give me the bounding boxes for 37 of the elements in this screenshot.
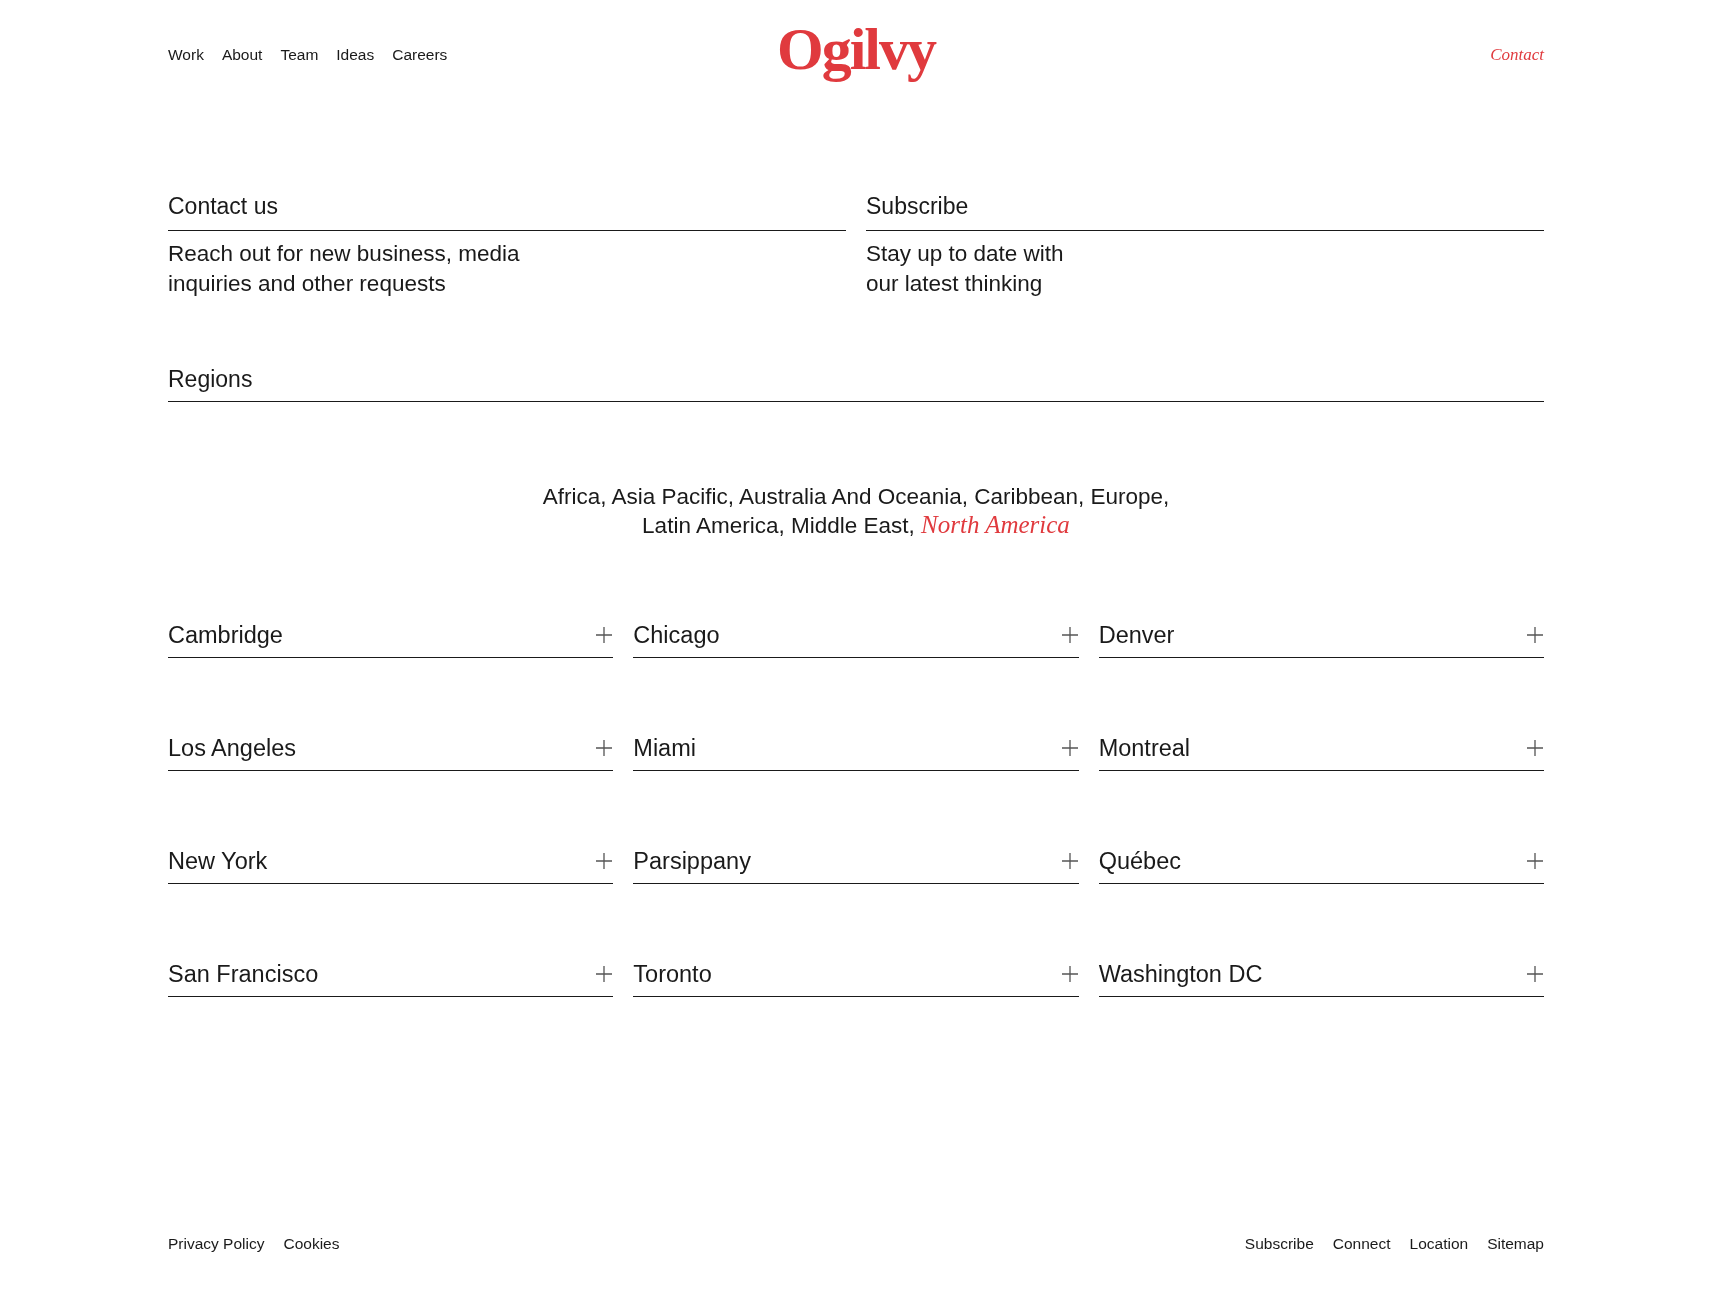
region-link[interactable]: Latin America, — [642, 513, 785, 538]
section-heading: Regions — [168, 364, 1544, 402]
section-description: Reach out for new business, media inquiries and other requests — [168, 240, 521, 298]
footer-link[interactable]: Cookies — [283, 1234, 340, 1254]
footer-link[interactable]: Location — [1409, 1234, 1469, 1254]
city-accordion[interactable]: Denver — [1098, 620, 1544, 658]
nav-link[interactable]: Work — [168, 45, 204, 65]
city-accordion[interactable]: New York — [168, 846, 614, 884]
city-accordion[interactable]: Washington DC — [1098, 959, 1544, 997]
region-link[interactable]: Asia Pacific, — [611, 484, 734, 509]
section-description: Stay up to date with our latest thinking — [866, 240, 1065, 298]
city-accordion[interactable]: Toronto — [633, 959, 1079, 997]
nav-link[interactable]: Team — [280, 45, 319, 65]
region-link[interactable]: Europe, — [1090, 484, 1170, 509]
city-accordion[interactable]: Miami — [633, 733, 1079, 771]
nav-link[interactable]: About — [221, 45, 263, 65]
nav-link[interactable]: Careers — [392, 45, 448, 65]
footer-link[interactable]: Subscribe — [1244, 1234, 1314, 1254]
footer-link[interactable]: Privacy Policy — [168, 1234, 265, 1254]
city-accordion[interactable]: Cambridge — [168, 620, 614, 658]
region-link[interactable]: North America — [921, 511, 1070, 538]
city-accordion[interactable]: Parsippany — [633, 846, 1079, 884]
region-link[interactable]: Africa, — [542, 484, 607, 509]
region-link[interactable]: Middle East, — [790, 513, 915, 538]
city-accordion[interactable]: Montreal — [1098, 733, 1544, 771]
region-link[interactable]: Australia And Oceania, — [739, 484, 968, 509]
city-accordion[interactable]: Québec — [1098, 846, 1544, 884]
footer-link[interactable]: Sitemap — [1487, 1234, 1544, 1254]
region-link[interactable]: Caribbean, — [974, 484, 1085, 509]
contact-link[interactable]: Contact — [1490, 45, 1544, 65]
city-accordion[interactable]: San Francisco — [168, 959, 614, 997]
section-heading: Contact us — [168, 191, 846, 231]
city-accordion[interactable]: Los Angeles — [168, 733, 614, 771]
nav-link[interactable]: Ideas — [336, 45, 375, 65]
footer-link[interactable]: Connect — [1332, 1234, 1391, 1254]
city-accordion[interactable]: Chicago — [633, 620, 1079, 658]
section-heading: Subscribe — [866, 191, 1544, 231]
